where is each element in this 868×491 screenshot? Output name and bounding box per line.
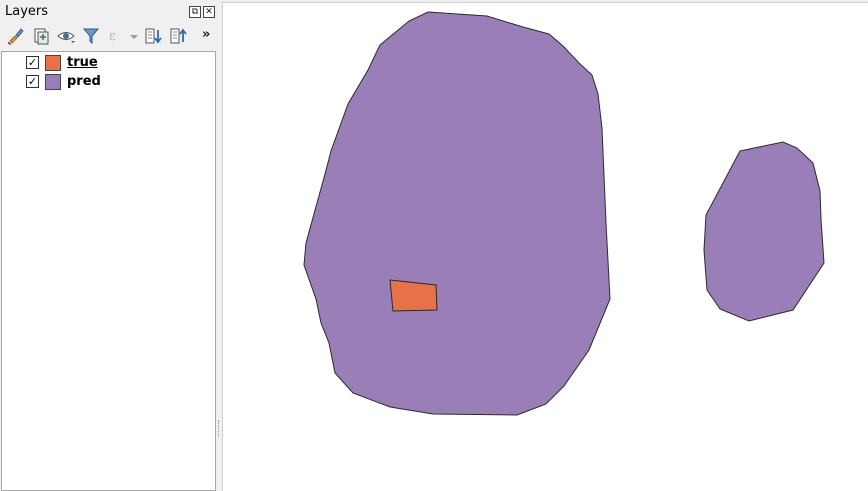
close-panel-button[interactable]: ✕ — [203, 6, 215, 18]
splitter-grip[interactable] — [218, 420, 221, 436]
layer-row-pred[interactable]: ✓ pred — [24, 73, 204, 91]
layers-toolbar: ε » — [0, 24, 216, 50]
svg-text:ε: ε — [109, 29, 116, 44]
expression-dropdown[interactable] — [124, 26, 138, 46]
visibility-button[interactable] — [56, 26, 76, 46]
layer-label[interactable]: pred — [67, 74, 101, 89]
expand-all-button[interactable] — [143, 26, 163, 46]
qgis-window: Layers ⧉ ✕ ε » ✓ true ✓ pred — [0, 0, 868, 491]
layer-symbol-swatch — [45, 55, 61, 71]
chevron-down-icon — [130, 35, 138, 39]
add-group-button[interactable] — [31, 26, 51, 46]
expression-filter-button[interactable]: ε — [106, 26, 126, 46]
collapse-all-button[interactable] — [168, 26, 188, 46]
map-canvas[interactable] — [222, 2, 868, 491]
style-brush-icon — [8, 28, 24, 45]
layers-panel: Layers ⧉ ✕ ε » ✓ true ✓ pred — [0, 0, 216, 491]
layer-tree: ✓ true ✓ pred — [1, 51, 216, 491]
layer-row-true[interactable]: ✓ true — [24, 54, 204, 72]
style-brush-button[interactable] — [6, 26, 26, 46]
collapse-all-icon — [170, 28, 187, 44]
pred-polygon-small[interactable] — [703, 141, 825, 322]
visibility-eye-icon — [57, 32, 75, 43]
layer-checkbox[interactable]: ✓ — [26, 75, 39, 88]
expand-all-icon — [145, 28, 162, 44]
layer-symbol-swatch — [45, 74, 61, 90]
pred-polygon-large[interactable] — [303, 11, 611, 416]
layer-label[interactable]: true — [67, 55, 98, 70]
map-svg — [303, 11, 825, 416]
expression-filter-icon: ε — [109, 29, 116, 44]
filter-button[interactable] — [81, 26, 101, 46]
more-tools-button[interactable]: » — [202, 27, 210, 42]
panel-title: Layers — [5, 4, 49, 19]
true-polygon[interactable] — [389, 279, 438, 312]
add-group-icon — [34, 28, 49, 45]
float-panel-button[interactable]: ⧉ — [189, 6, 201, 18]
filter-icon — [82, 28, 100, 45]
layer-checkbox[interactable]: ✓ — [26, 56, 39, 69]
